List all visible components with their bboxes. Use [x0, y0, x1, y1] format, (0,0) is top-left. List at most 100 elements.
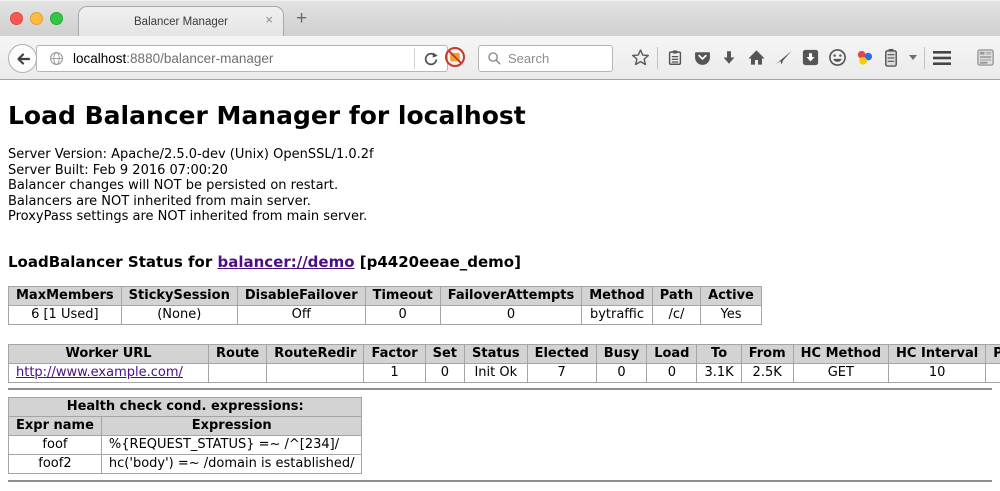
zoom-window-button[interactable]	[50, 12, 63, 25]
menu-hamburger-icon[interactable]	[932, 47, 952, 69]
extension-grid-icon[interactable]	[975, 47, 995, 69]
server-version-line: Server Version: Apache/2.5.0-dev (Unix) …	[8, 147, 992, 163]
cell-failoverattempts: 0	[440, 305, 582, 324]
cell-load: 0	[647, 363, 697, 382]
cell-expr-name: foof2	[9, 454, 102, 473]
col-stickysession: StickySession	[121, 286, 237, 305]
col-from: From	[741, 344, 793, 363]
tab-balancer-manager[interactable]: Balancer Manager ×	[78, 6, 284, 37]
site-identity-globe-icon[interactable]	[49, 51, 64, 66]
worker-url-link[interactable]: http://www.example.com/	[16, 365, 183, 380]
balancer-settings-table: MaxMembers StickySession DisableFailover…	[8, 286, 762, 325]
loadbalancer-status-heading: LoadBalancer Status for balancer://demo …	[8, 253, 992, 271]
back-button[interactable]	[8, 44, 37, 73]
health-check-expressions-table: Health check cond. expressions: Expr nam…	[8, 397, 362, 474]
cell-expression: %{REQUEST_STATUS} =~ /^[234]/	[101, 435, 362, 454]
minimize-window-button[interactable]	[30, 12, 43, 25]
inherit-notice-line: Balancers are NOT inherited from main se…	[8, 194, 992, 210]
tab-bar: Balancer Manager × +	[0, 0, 1000, 36]
table-header-row: Worker URL Route RouteRedir Factor Set S…	[9, 344, 1000, 363]
cell-stickysession: (None)	[121, 305, 237, 324]
search-icon	[487, 51, 502, 66]
health-table-title: Health check cond. expressions:	[9, 397, 362, 416]
col-routeredir: RouteRedir	[267, 344, 364, 363]
cell-expr-name: foof	[9, 435, 102, 454]
col-set: Set	[425, 344, 464, 363]
col-disablefailover: DisableFailover	[237, 286, 365, 305]
tab-title: Balancer Manager	[134, 16, 228, 28]
status-suffix: [p4420eeae_demo]	[355, 253, 521, 271]
tab-close-icon[interactable]: ×	[265, 13, 273, 26]
col-load: Load	[647, 344, 697, 363]
cell-worker-url: http://www.example.com/	[9, 363, 209, 382]
cell-route	[209, 363, 267, 382]
table-header-row: MaxMembers StickySession DisableFailover…	[9, 286, 762, 305]
reload-button[interactable]	[415, 51, 447, 67]
table-title-row: Health check cond. expressions:	[9, 397, 362, 416]
col-hc-interval: HC Interval	[889, 344, 986, 363]
server-info: Server Version: Apache/2.5.0-dev (Unix) …	[8, 147, 992, 225]
flashblock-icon[interactable]	[444, 46, 466, 72]
cell-routeredir	[267, 363, 364, 382]
cell-expression: hc('body') =~ /domain is established/	[101, 454, 362, 473]
table-header-row: Expr name Expression	[9, 416, 362, 435]
search-bar[interactable]	[478, 45, 613, 72]
cell-from: 2.5K	[741, 363, 793, 382]
col-active: Active	[701, 286, 762, 305]
page-title: Load Balancer Manager for localhost	[8, 80, 992, 130]
col-expression: Expression	[101, 416, 362, 435]
table-row: 6 [1 Used] (None) Off 0 0 bytraffic /c/ …	[9, 305, 762, 324]
col-expr-name: Expr name	[9, 416, 102, 435]
reading-list-icon[interactable]	[665, 47, 685, 69]
window-controls	[10, 12, 63, 25]
table-row: foof %{REQUEST_STATUS} =~ /^[234]/	[9, 435, 362, 454]
cell-status: Init Ok	[465, 363, 528, 382]
overflow-caret-icon[interactable]	[908, 47, 917, 69]
close-window-button[interactable]	[10, 12, 23, 25]
col-timeout: Timeout	[365, 286, 440, 305]
col-hc-method: HC Method	[793, 344, 888, 363]
balancer-demo-link[interactable]: balancer://demo	[217, 253, 354, 271]
cell-to: 3.1K	[697, 363, 741, 382]
home-icon[interactable]	[746, 47, 766, 69]
browser-window: Balancer Manager × + localhost:8880/bala…	[0, 0, 1000, 491]
url-domain: localhost	[73, 51, 126, 66]
page-bottom-divider	[8, 480, 992, 482]
bookmark-star-icon[interactable]	[630, 47, 650, 69]
col-status: Status	[465, 344, 528, 363]
battery-extension-icon[interactable]	[881, 47, 901, 69]
smiley-extension-icon[interactable]	[827, 47, 847, 69]
pocket-icon[interactable]	[692, 47, 712, 69]
navigation-toolbar: localhost:8880/balancer-manager	[0, 36, 1000, 80]
downloads-arrow-icon[interactable]	[719, 47, 739, 69]
persist-notice-line: Balancer changes will NOT be persisted o…	[8, 178, 992, 194]
col-to: To	[697, 344, 741, 363]
col-busy: Busy	[596, 344, 646, 363]
reload-icon	[423, 51, 439, 67]
col-failoverattempts: FailoverAttempts	[440, 286, 582, 305]
page-content: Load Balancer Manager for localhost Serv…	[0, 80, 1000, 491]
col-maxmembers: MaxMembers	[9, 286, 122, 305]
col-elected: Elected	[527, 344, 596, 363]
download-panel-icon[interactable]	[800, 47, 820, 69]
table-row: http://www.example.com/ 1 0 Init Ok 7 0 …	[9, 363, 1000, 382]
url-path: :8880/balancer-manager	[126, 51, 273, 66]
cell-path: /c/	[652, 305, 700, 324]
color-dots-extension-icon[interactable]	[854, 47, 874, 69]
worker-status-table: Worker URL Route RouteRedir Factor Set S…	[8, 344, 1000, 383]
cell-busy: 0	[596, 363, 646, 382]
url-text[interactable]: localhost:8880/balancer-manager	[73, 51, 414, 66]
url-bar[interactable]: localhost:8880/balancer-manager	[36, 45, 448, 72]
toolbar-icon-strip	[630, 36, 995, 79]
send-tab-icon[interactable]	[773, 47, 793, 69]
col-path: Path	[652, 286, 700, 305]
col-worker-url: Worker URL	[9, 344, 209, 363]
new-tab-button[interactable]: +	[296, 8, 307, 30]
section-divider	[8, 388, 992, 390]
proxypass-notice-line: ProxyPass settings are NOT inherited fro…	[8, 209, 992, 225]
table-row: foof2 hc('body') =~ /domain is establish…	[9, 454, 362, 473]
cell-elected: 7	[527, 363, 596, 382]
cell-method: bytraffic	[582, 305, 652, 324]
search-input[interactable]	[508, 51, 598, 66]
back-arrow-icon	[14, 51, 32, 67]
